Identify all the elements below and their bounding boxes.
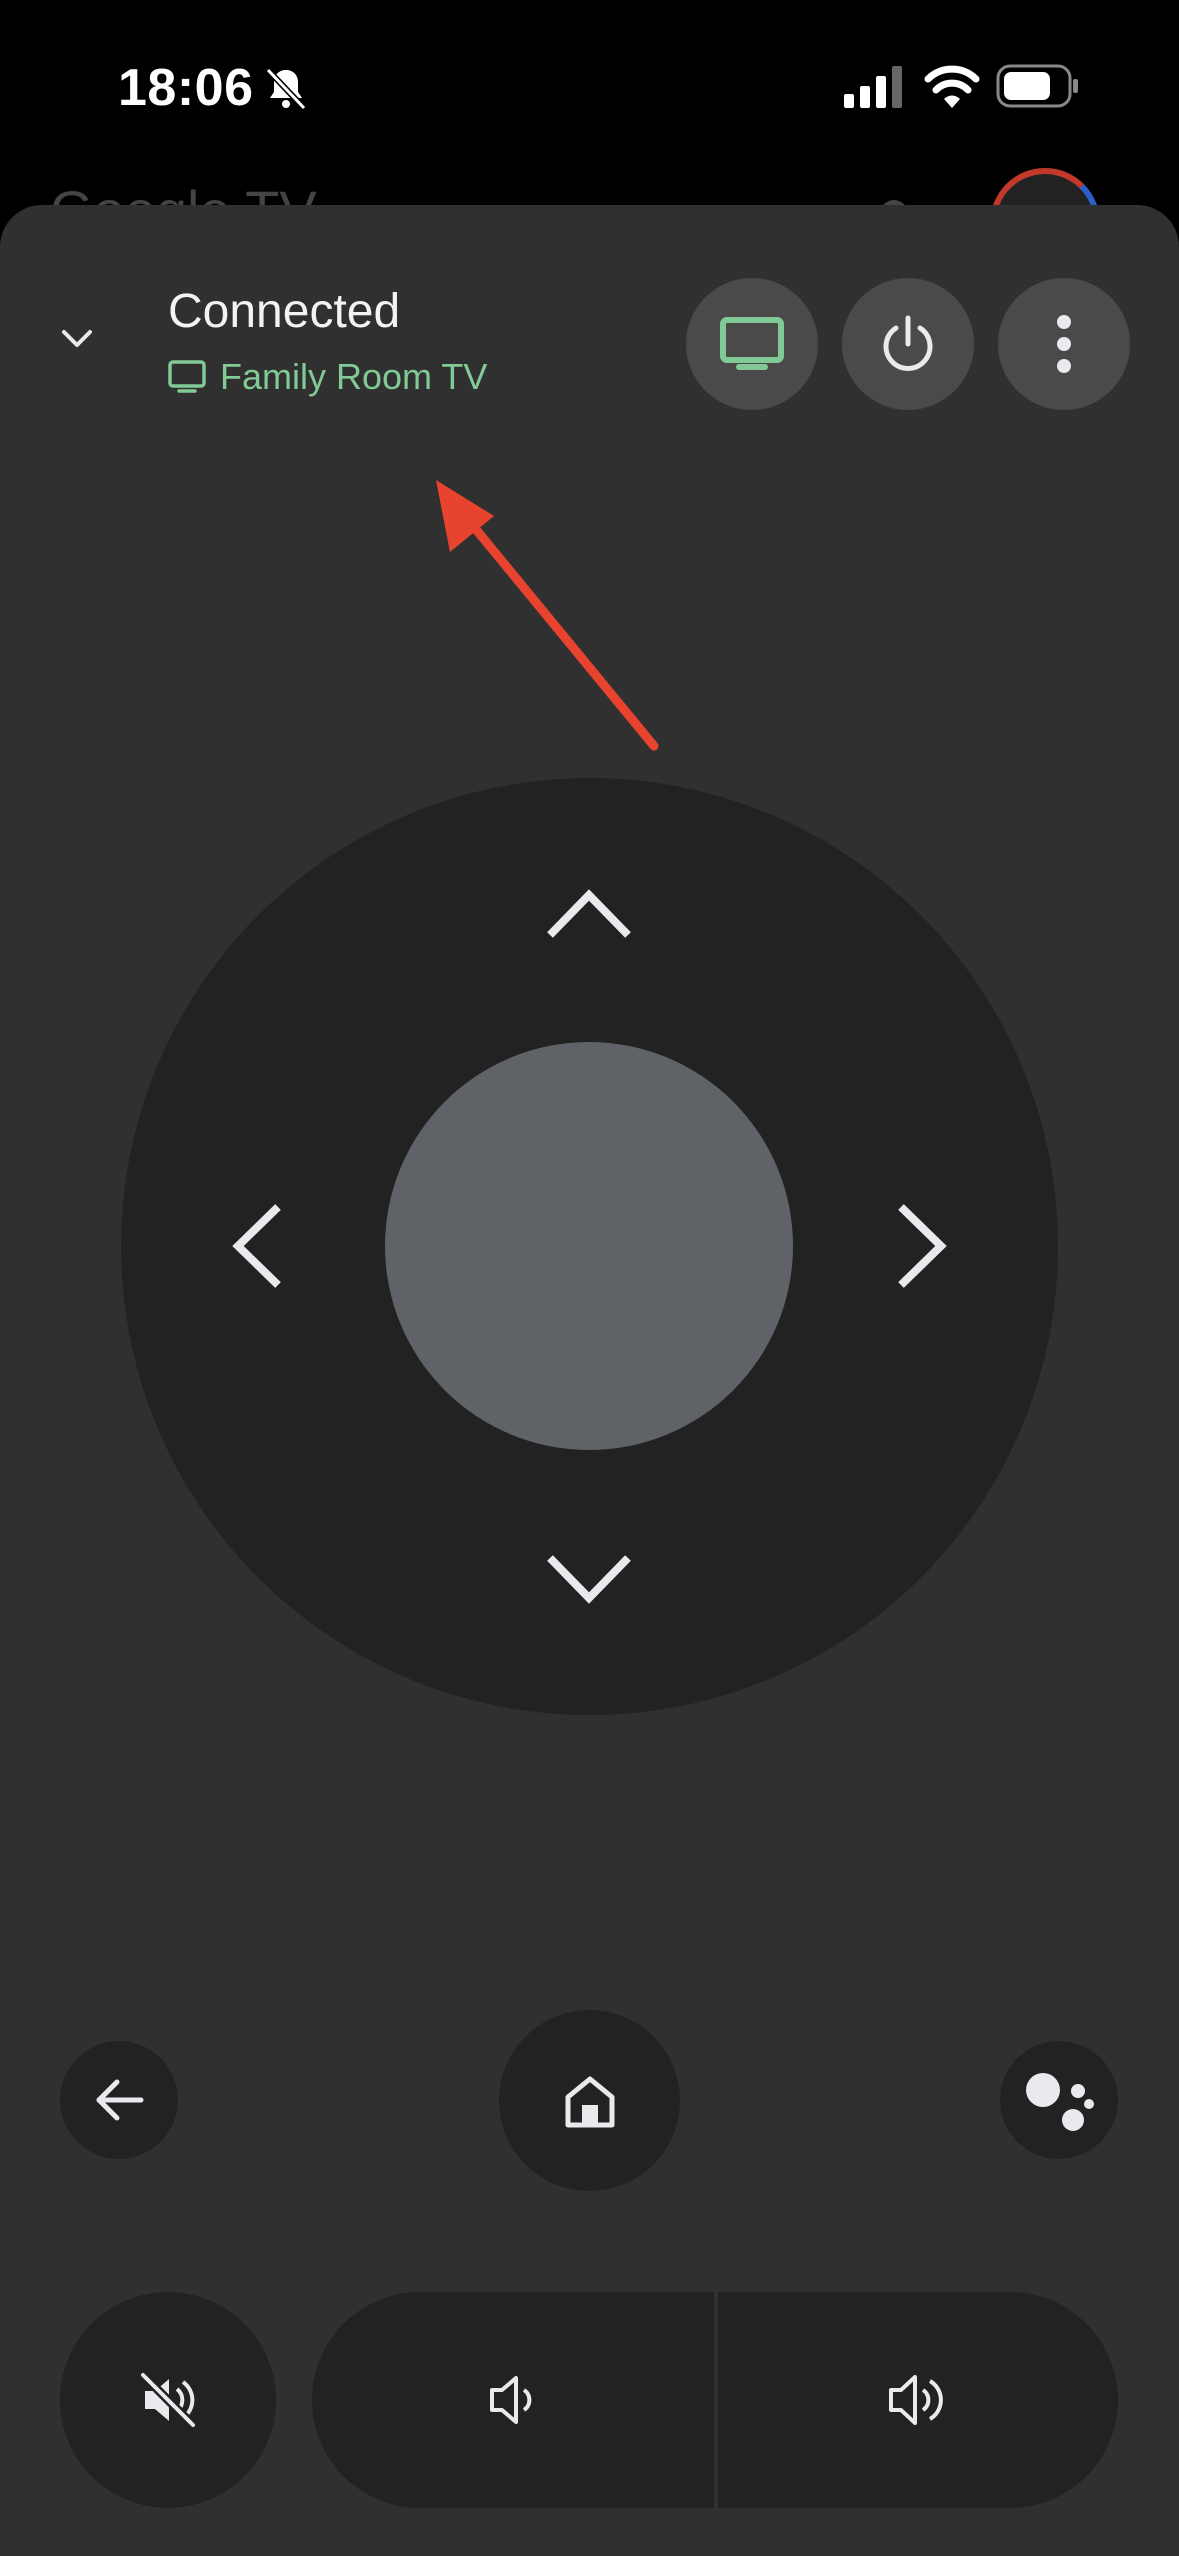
mute-button[interactable]	[60, 2292, 276, 2508]
power-icon	[883, 315, 933, 371]
chevron-right-icon	[898, 1204, 947, 1288]
annotation-arrow	[436, 480, 659, 751]
dpad	[121, 778, 1058, 1715]
dpad-up-button[interactable]	[534, 858, 644, 968]
volume-up-button[interactable]	[718, 2292, 1118, 2508]
wifi-icon	[924, 65, 980, 108]
more-options-button[interactable]	[998, 278, 1130, 410]
volume-up-icon	[889, 2375, 943, 2425]
volume-mute-icon	[139, 2371, 197, 2429]
chevron-down-icon	[62, 330, 92, 347]
chevron-left-icon	[232, 1204, 281, 1288]
status-bar: 18:06	[0, 0, 1179, 175]
home-icon	[565, 2076, 614, 2127]
dpad-left-button[interactable]	[201, 1191, 311, 1301]
home-button[interactable]	[499, 2010, 680, 2191]
assistant-icon	[1026, 2073, 1094, 2131]
back-button[interactable]	[60, 2041, 178, 2159]
power-button[interactable]	[842, 278, 974, 410]
volume-down-button[interactable]	[312, 2292, 714, 2508]
signal-icon	[844, 66, 902, 108]
assistant-button[interactable]	[1000, 2041, 1118, 2159]
more-vertical-icon	[1057, 315, 1071, 373]
status-time: 18:06	[118, 59, 254, 117]
chevron-up-icon	[547, 889, 631, 938]
connected-device: Family Room TV	[168, 356, 487, 398]
dpad-down-button[interactable]	[534, 1525, 644, 1635]
device-name: Family Room TV	[220, 356, 488, 397]
connection-status-title: Connected	[168, 285, 401, 338]
tv-input-button[interactable]	[686, 278, 818, 410]
chevron-down-icon	[547, 1555, 631, 1604]
tv-outline-icon	[168, 360, 206, 393]
battery-icon	[996, 64, 1078, 108]
collapse-button[interactable]	[46, 308, 108, 370]
dpad-select-button[interactable]	[385, 1042, 793, 1450]
tv-icon	[720, 317, 784, 370]
bell-off-icon	[265, 67, 307, 111]
back-arrow-icon	[96, 2079, 144, 2121]
dpad-right-button[interactable]	[868, 1191, 978, 1301]
volume-down-icon	[490, 2376, 532, 2424]
